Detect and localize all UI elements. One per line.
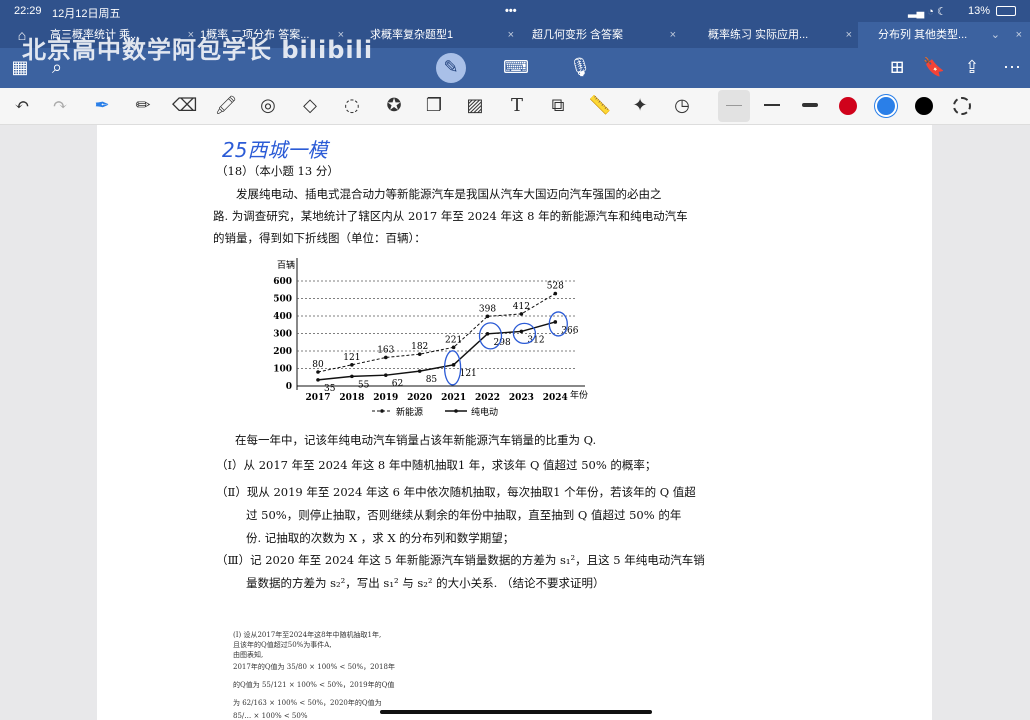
data-point [485, 332, 490, 336]
data-point [350, 363, 354, 367]
answer-line: 且该年的Q值超过50%为事件A, [233, 641, 332, 649]
x-tick-label: 2022 [475, 393, 500, 403]
answer-line: (I) 设从2017年至2024年这8年中随机抽取1年, [233, 631, 382, 639]
data-point [350, 374, 354, 379]
question-1: （Ⅰ）从 2017 年至 2024 年这 8 年中随机抽取1 年，求该年 Q 值… [216, 458, 657, 472]
answer-line: 的Q值为 55/121 × 100% < 50%，2019年的Q值 [233, 681, 395, 689]
data-label: 312 [527, 335, 544, 345]
data-label: 182 [411, 342, 428, 352]
data-point [384, 373, 388, 377]
data-label: 62 [392, 379, 403, 389]
y-tick-label: 600 [273, 277, 292, 287]
data-point [451, 363, 456, 367]
legend-marker [380, 409, 384, 413]
legend-label: 纯电动 [471, 406, 498, 418]
data-point [451, 345, 456, 350]
y-tick-label: 200 [273, 347, 292, 357]
ink-circle-annotation [548, 311, 568, 337]
data-point [519, 329, 524, 334]
data-point [384, 355, 388, 360]
home-indicator[interactable] [380, 710, 652, 714]
x-tick-label: 2024 [543, 393, 568, 403]
question-2-line: （Ⅱ）现从 2019 年至 2024 年这 6 年中依次随机抽取，每次抽取1 个… [216, 485, 696, 499]
x-tick-label: 2021 [441, 393, 466, 403]
data-point [553, 291, 558, 296]
y-axis-label: 百辆 [277, 259, 295, 271]
x-tick-label: 2018 [339, 393, 364, 403]
y-tick-label: 100 [273, 365, 292, 375]
data-point [553, 320, 558, 324]
data-label: 412 [513, 302, 530, 312]
question-3-line: 量数据的方差为 s₂²，写出 s₁² 与 s₂² 的大小关系. （结论不要求证明… [246, 576, 605, 590]
data-label: 80 [312, 360, 324, 370]
data-label: 85 [426, 375, 438, 385]
data-label: 121 [460, 369, 477, 379]
y-tick-label: 500 [273, 295, 292, 305]
data-label: 55 [358, 380, 370, 390]
x-tick-label: 2020 [407, 393, 432, 403]
data-point [485, 314, 490, 319]
question-3-line: （Ⅲ）记 2020 年至 2024 年这 5 年新能源汽车销量数据的方差为 s₁… [216, 553, 705, 567]
answer-line: 2017年的Q值为 35/80 × 100% < 50%，2018年 [233, 663, 395, 671]
y-tick-label: 400 [273, 312, 292, 322]
y-tick-label: 0 [286, 382, 292, 392]
data-label: 163 [377, 345, 394, 355]
answer-line: 为 62/163 × 100% < 50%，2020年的Q值为 [233, 699, 382, 707]
data-label: 528 [547, 282, 564, 292]
answer-line: 由图表知, [233, 651, 264, 659]
ink-circle-annotation [443, 350, 462, 386]
data-point [417, 352, 422, 356]
data-point [417, 369, 422, 373]
legend-marker [454, 409, 458, 413]
answer-line: 85/… × 100% < 50% [233, 712, 308, 720]
y-tick-label: 300 [273, 330, 292, 340]
data-label: 221 [445, 335, 462, 345]
data-point [316, 378, 320, 382]
data-point [316, 370, 320, 374]
ink-circle-annotation [512, 322, 537, 345]
data-label: 398 [479, 304, 496, 314]
x-axis-label: 年份 [570, 389, 588, 401]
data-label: 35 [324, 384, 336, 394]
x-tick-label: 2023 [509, 393, 534, 403]
legend-label: 新能源 [396, 406, 423, 418]
question-2-line: 过 50%，则停止抽取，否则继续从剩余的年份中抽取，直至抽到 Q 值超过 50%… [246, 508, 682, 522]
data-label: 366 [561, 326, 578, 336]
data-point [519, 312, 524, 316]
ink-circle-annotation [478, 322, 503, 350]
data-label: 121 [343, 353, 360, 363]
question-2-line: 份. 记抽取的次数为 X ，求 X 的分布列和数学期望； [246, 531, 515, 545]
x-tick-label: 2017 [305, 393, 330, 403]
question-intro: 在每一年中，记该年纯电动汽车销量占该年新能源汽车销量的比重为 Q. [235, 433, 597, 447]
x-tick-label: 2019 [373, 393, 398, 403]
line-chart: 百辆年份 0 100 200 300 400 500 600 2017 2018 2019 2020 2… [273, 258, 588, 418]
